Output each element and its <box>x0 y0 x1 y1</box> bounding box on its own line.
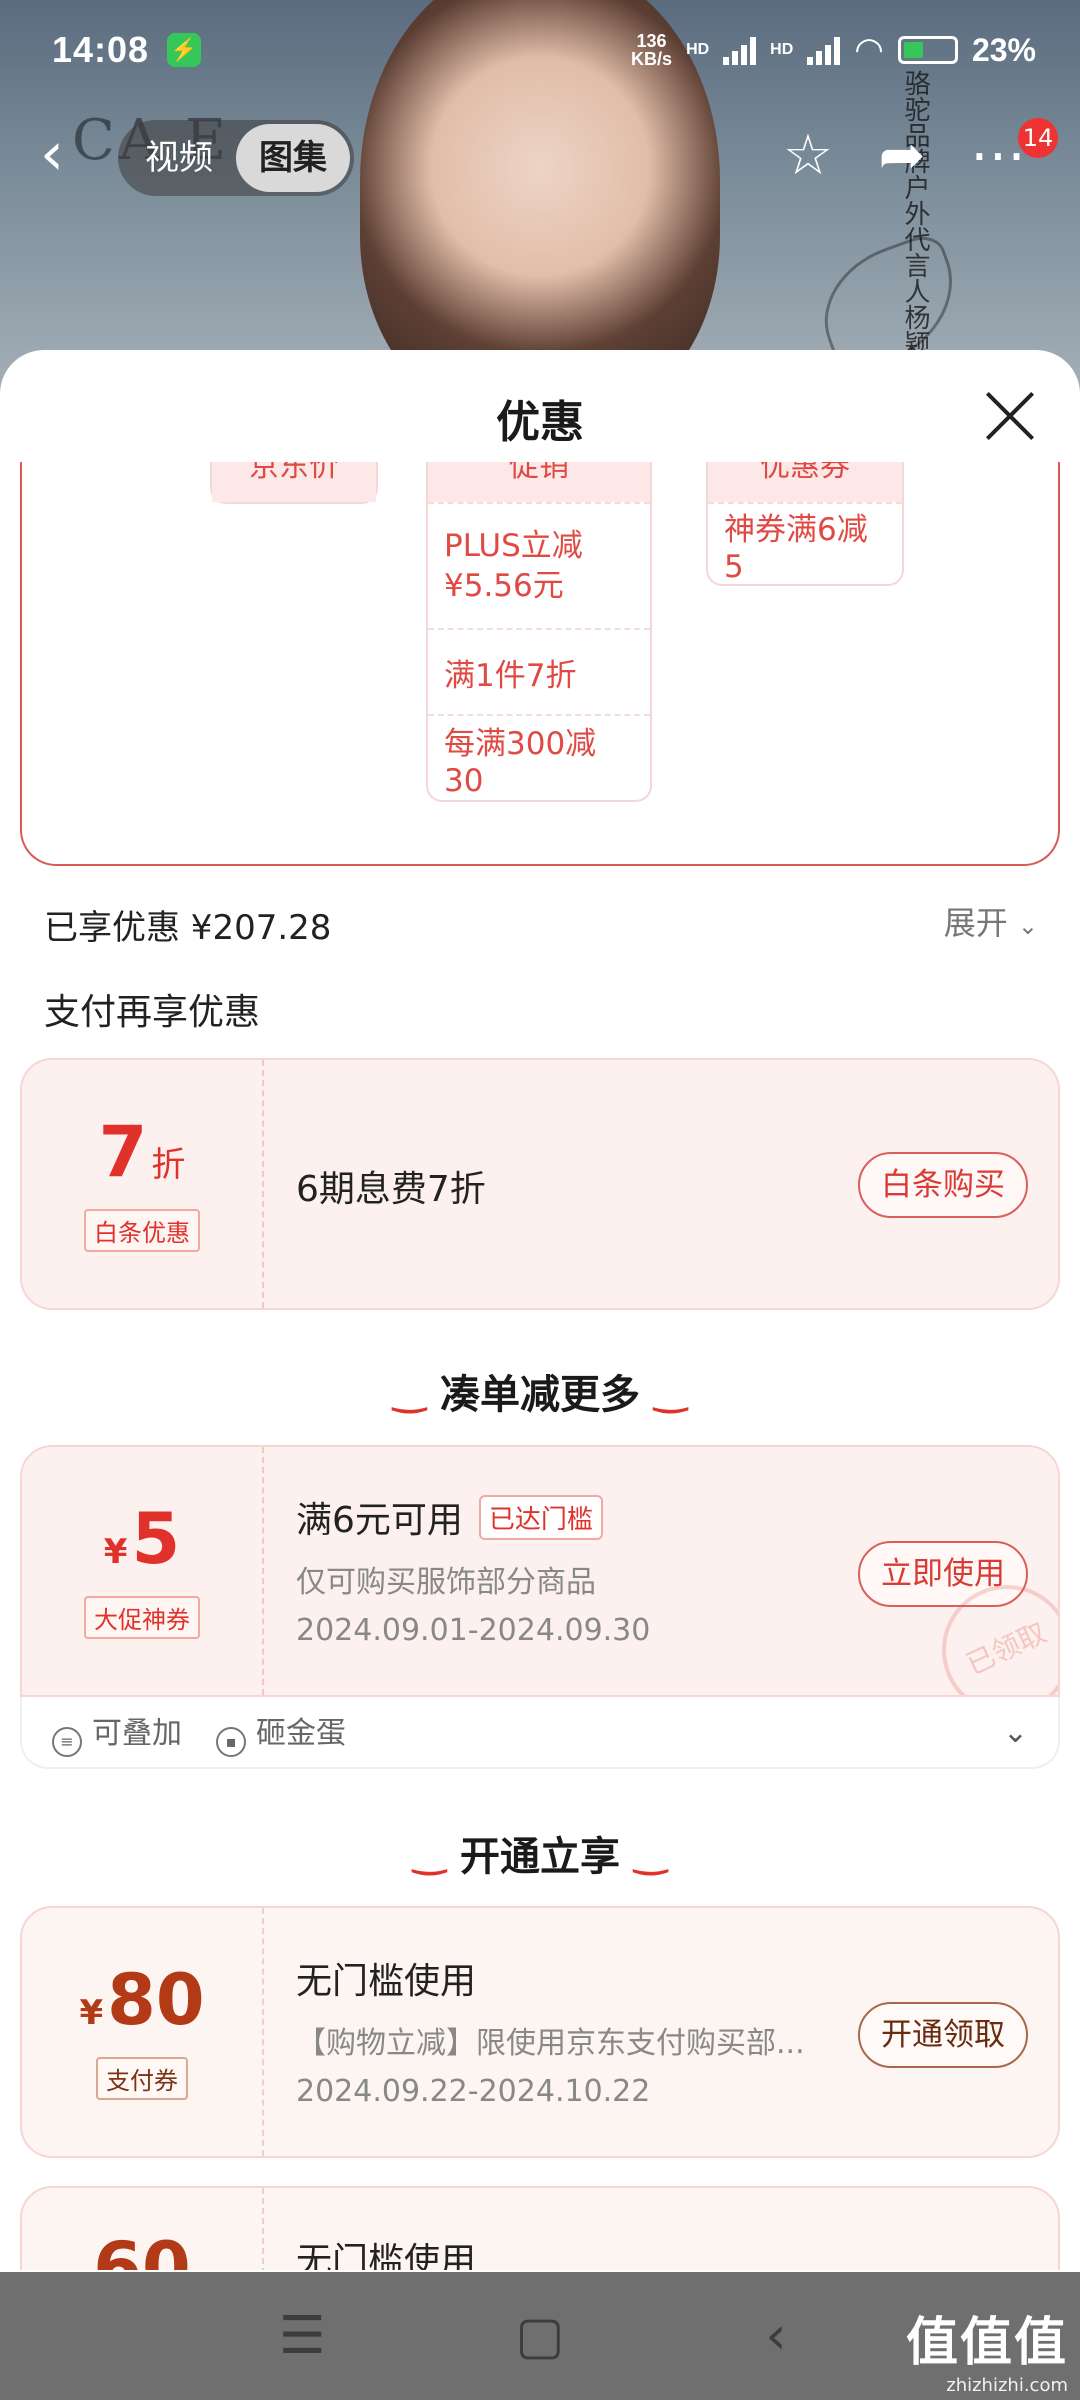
promo-full-reduction: 每满300减30 <box>428 714 650 800</box>
home-icon[interactable]: ▢ <box>510 2306 570 2366</box>
promotions-sheet: 优惠 京东价 促销 PLUS立减 ¥5.56元 满1件7折 每满300减30 优惠… <box>0 350 1080 2270</box>
coupon-card-festival: ¥5 大促神券 满6元可用 已达门槛 仅可购买服饰部分商品 2024.09.01… <box>20 1445 1060 1697</box>
more-section-title: ‿ 凑单减更多 ‿ <box>392 1368 688 1418</box>
pay-coupon-dates: 2024.09.22-2024.10.22 <box>296 2074 651 2109</box>
pay-coupon-card: ¥80 支付券 无门槛使用 【购物立减】限使用京东支付购买部... 2024.0… <box>20 1906 1060 2158</box>
discount-amount: 7折 <box>98 1111 186 1193</box>
pay-coupon-amount-2: 60 <box>93 2227 191 2270</box>
coupon-card-footer: ≡ 可叠加 ▪ 砸金蛋 ⌄ <box>20 1697 1060 1769</box>
baitiao-buy-button[interactable]: 白条购买 <box>858 1152 1028 1218</box>
back-icon[interactable]: ‹ <box>746 2306 806 2366</box>
back-arrow-icon[interactable]: ‹ <box>40 124 90 184</box>
pay-section-title: 支付再享优惠 <box>44 992 261 1033</box>
open-section-title: ‿ 开通立享 ‿ <box>412 1830 668 1880</box>
pay-coupon-desc: 【购物立减】限使用京东支付购买部... <box>296 2026 805 2061</box>
network-speed: 136 KB/s <box>631 31 673 69</box>
close-icon[interactable] <box>980 386 1040 446</box>
promo-discount: 满1件7折 <box>428 628 650 714</box>
offer-tag: 白条优惠 <box>84 1209 200 1252</box>
product-top-nav: ‹ 视频 图集 ☆ ➦ ⋯ 14 <box>0 110 1080 200</box>
saved-amount: 已享优惠 ¥207.28 <box>44 908 332 948</box>
pay-coupon-card-2: 60 无门槛使用 <box>20 2186 1060 2270</box>
tab-gallery[interactable]: 图集 <box>236 124 350 192</box>
signal-icon <box>723 35 757 65</box>
notification-badge: 14 <box>1018 118 1058 158</box>
baitiao-offer-card: 7折 白条优惠 6期息费7折 白条购买 <box>20 1058 1060 1310</box>
pay-coupon-title: 无门槛使用 <box>296 1961 477 2002</box>
stackable-label: ≡ 可叠加 <box>52 1708 182 1757</box>
chevron-down-icon: ⌄ <box>1017 912 1038 940</box>
pay-coupon-amount: ¥80 <box>79 1959 205 2041</box>
recents-menu-icon[interactable]: ☰ <box>272 2306 332 2366</box>
wifi-icon: ◠ <box>854 31 884 69</box>
coupon-scope: 仅可购买服饰部分商品 <box>296 1565 596 1600</box>
pay-coupon-tag: 支付券 <box>96 2057 188 2100</box>
favorite-star-icon[interactable]: ☆ <box>776 124 840 188</box>
breakdown-col-promotion: 促销 PLUS立减 ¥5.56元 满1件7折 每满300减30 <box>426 462 652 802</box>
coupon-title-row: 满6元可用 已达门槛 <box>296 1491 603 1543</box>
media-segment-control: 视频 图集 <box>118 120 354 196</box>
egg-icon: ▪ <box>216 1726 246 1757</box>
coupon-tag: 大促神券 <box>84 1596 200 1639</box>
coupon-dates: 2024.09.01-2024.09.30 <box>296 1613 651 1648</box>
chevron-down-icon[interactable]: ⌄ <box>1003 1715 1028 1750</box>
breakdown-col-price: 京东价 <box>210 462 378 504</box>
golden-egg-label: ▪ 砸金蛋 <box>216 1708 346 1757</box>
watermark: 值值值 zhizhizhi.com <box>905 2313 1068 2396</box>
sheet-title: 优惠 <box>496 397 584 448</box>
clock: 14:08 <box>52 29 150 70</box>
charging-icon: ⚡ <box>167 33 202 67</box>
battery-icon <box>897 36 958 64</box>
battery-percent: 23% <box>971 31 1036 68</box>
status-bar: 14:08 ⚡ 136 KB/s HD HD ◠ 23% <box>52 29 1036 70</box>
threshold-badge: 已达门槛 <box>478 1494 603 1540</box>
offer-desc: 6期息费7折 <box>296 1169 486 1210</box>
signal-icon-2 <box>807 35 841 65</box>
activate-claim-button[interactable]: 开通领取 <box>858 2002 1028 2068</box>
pay-coupon-title-2: 无门槛使用 <box>296 2241 477 2270</box>
expand-toggle[interactable]: 展开 ⌄ <box>944 898 1038 944</box>
promo-plus: PLUS立减 ¥5.56元 <box>428 502 650 628</box>
stack-icon: ≡ <box>52 1726 82 1757</box>
breakdown-col-coupon: 优惠券 神券满6减5 <box>706 462 904 586</box>
coupon-item: 神券满6减5 <box>708 502 902 585</box>
share-icon[interactable]: ➦ <box>870 124 934 188</box>
coupon-amount: ¥5 <box>103 1498 181 1580</box>
tab-video[interactable]: 视频 <box>122 124 236 192</box>
sheet-header: 优惠 <box>0 350 1080 480</box>
price-breakdown: 京东价 促销 PLUS立减 ¥5.56元 满1件7折 每满300减30 优惠券 神… <box>20 462 1060 866</box>
